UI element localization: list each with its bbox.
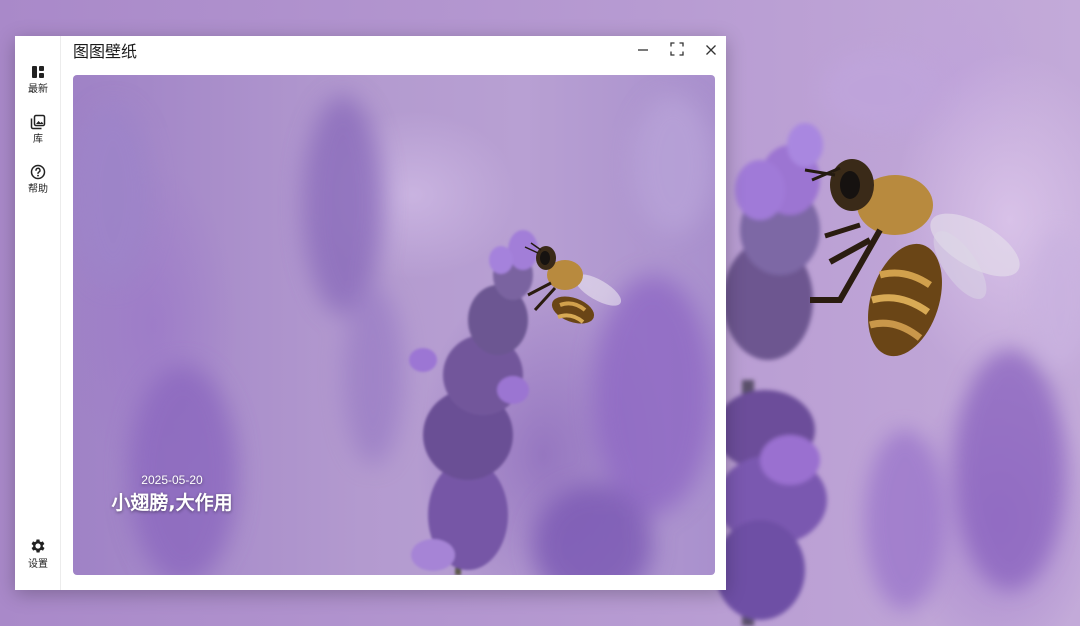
dashboard-icon <box>30 64 46 80</box>
minimize-button[interactable] <box>631 40 655 60</box>
maximize-button[interactable] <box>665 40 689 60</box>
title-bar[interactable]: 图图壁纸 <box>61 36 726 68</box>
sidebar-item-label: 最新 <box>28 84 48 95</box>
close-button[interactable] <box>699 40 723 60</box>
sidebar-item-settings[interactable]: 设置 <box>15 537 61 571</box>
wallpaper-date: 2025-05-20 <box>141 473 203 487</box>
wallpaper-card[interactable]: 2025-05-20 小翅膀,大作用 <box>73 75 715 575</box>
gallery-icon <box>30 114 46 130</box>
sidebar: 最新 库 帮助 设置 <box>15 36 61 590</box>
wallpaper-caption: 2025-05-20 小翅膀,大作用 <box>73 473 715 515</box>
app-window: 最新 库 帮助 设置 图图壁纸 2025-05-20 小翅膀,大作用 <box>15 36 726 590</box>
app-title: 图图壁纸 <box>73 42 138 61</box>
help-icon <box>30 164 46 180</box>
sidebar-item-latest[interactable]: 最新 <box>15 64 61 96</box>
sidebar-item-library[interactable]: 库 <box>15 114 61 146</box>
sidebar-item-label: 设置 <box>28 559 48 570</box>
close-icon <box>705 41 717 60</box>
sidebar-item-label: 库 <box>33 134 43 145</box>
wallpaper-title: 小翅膀,大作用 <box>111 492 233 514</box>
fullscreen-icon <box>670 41 684 60</box>
gear-icon <box>29 537 47 555</box>
minimize-icon <box>637 41 649 60</box>
sidebar-item-help[interactable]: 帮助 <box>15 164 61 196</box>
sidebar-item-label: 帮助 <box>28 184 48 195</box>
